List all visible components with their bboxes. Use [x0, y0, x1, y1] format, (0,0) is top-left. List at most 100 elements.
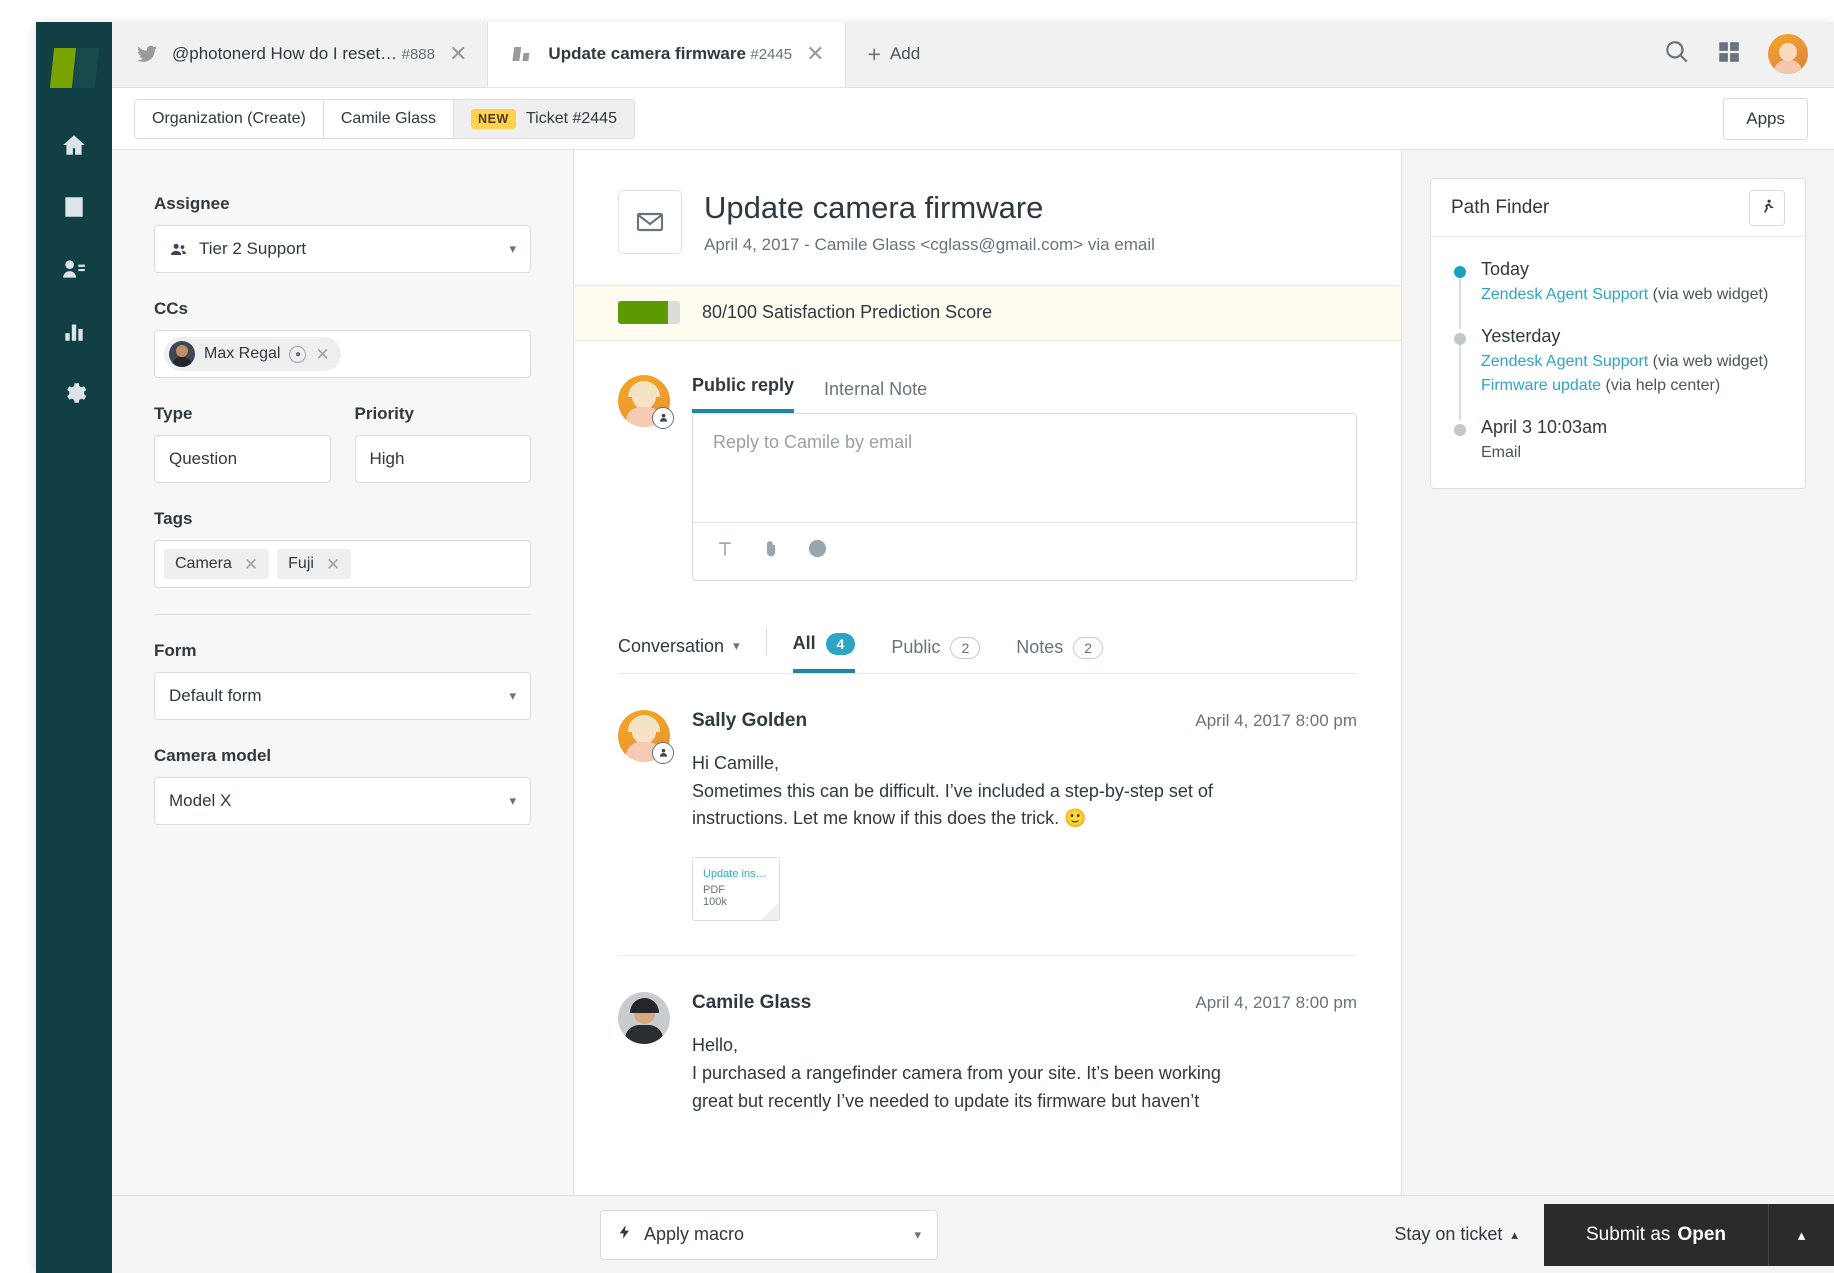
breadcrumb-item-requester[interactable]: Camile Glass: [323, 99, 454, 138]
user-avatar[interactable]: [1768, 34, 1808, 74]
tag-label: Fuji: [288, 555, 314, 572]
form-field[interactable]: Default form ▾: [154, 672, 531, 720]
close-icon[interactable]: ✕: [804, 39, 826, 69]
attachment-icon[interactable]: [761, 539, 781, 564]
submit-status: Open: [1677, 1223, 1726, 1245]
cc-pill-max-regal[interactable]: Max Regal ● ✕: [164, 337, 341, 371]
chevron-down-icon: ▾: [509, 241, 516, 256]
timeline-date: April 3 10:03am: [1481, 417, 1608, 437]
ticket-tabbar: @photonerd How do I reset… #888 ✕ Update…: [112, 22, 1834, 88]
message-author: Camile Glass: [692, 992, 812, 1014]
lightning-icon: [617, 1224, 633, 1245]
message-line: instructions. Let me know if this does t…: [692, 808, 1087, 829]
tab-public-reply[interactable]: Public reply: [692, 375, 795, 413]
apps-grid-icon[interactable]: [1716, 39, 1742, 70]
assignee-value: Tier 2 Support: [199, 239, 307, 258]
camera-model-field[interactable]: Model X ▾: [154, 777, 531, 825]
avatar: [169, 341, 195, 367]
tab-internal-note[interactable]: Internal Note: [824, 379, 927, 413]
apply-macro-button[interactable]: Apply macro ▾: [600, 1209, 938, 1260]
text-format-icon[interactable]: [715, 539, 735, 564]
priority-field[interactable]: High: [354, 435, 531, 483]
chevron-down-icon: ▾: [733, 638, 740, 654]
breadcrumb-item-organization[interactable]: Organization (Create): [135, 99, 324, 138]
apps-button[interactable]: Apps: [1723, 97, 1808, 140]
filter-label: Public: [891, 637, 941, 658]
nav-admin-icon[interactable]: [47, 362, 101, 424]
chevron-down-icon: ▾: [509, 688, 516, 703]
ticket-tab-888[interactable]: @photonerd How do I reset… #888 ✕: [112, 22, 489, 87]
remove-tag-icon[interactable]: ✕: [244, 556, 258, 573]
priority-label: Priority: [354, 404, 415, 423]
message-timestamp: April 4, 2017 8:00 pm: [1195, 993, 1357, 1013]
breadcrumb-item-ticket[interactable]: NEW Ticket #2445: [453, 99, 634, 138]
tabbar-actions: [1664, 22, 1834, 87]
page-fold-icon: [761, 902, 779, 921]
page-title: Update camera firmware: [704, 190, 1044, 225]
main-columns: Assignee Tier 2 Support ▾ CCs Max Regal: [112, 150, 1834, 1195]
close-icon[interactable]: ✕: [447, 39, 469, 69]
ticket-subtitle: April 4, 2017 - Camile Glass <cglass@gma…: [704, 234, 1155, 254]
nav-home-icon[interactable]: [47, 114, 101, 176]
ccs-field[interactable]: Max Regal ● ✕: [154, 330, 531, 378]
message-author: Sally Golden: [692, 709, 808, 731]
user-badge-icon: [652, 406, 674, 429]
camera-model-value: Model X: [169, 791, 232, 810]
divider: [154, 614, 531, 615]
attachment-size: 100k: [703, 896, 727, 909]
filter-tab-all[interactable]: All 4: [792, 632, 856, 673]
ticket-properties-panel: Assignee Tier 2 Support ▾ CCs Max Regal: [112, 150, 574, 1195]
assignee-field[interactable]: Tier 2 Support ▾: [154, 225, 531, 273]
filter-tab-notes[interactable]: Notes 2: [1016, 636, 1104, 673]
tab-number: #888: [401, 46, 435, 64]
assignee-label: Assignee: [154, 194, 230, 213]
timeline-link[interactable]: Firmware update: [1481, 377, 1601, 394]
nav-reporting-icon[interactable]: [47, 300, 101, 362]
runner-icon[interactable]: [1749, 189, 1785, 226]
timeline-via: (via web widget): [1648, 353, 1769, 370]
filter-tab-public[interactable]: Public 2: [891, 636, 981, 673]
conversation-sort-select[interactable]: Conversation ▾: [618, 636, 740, 673]
timeline-via: (via help center): [1601, 377, 1721, 394]
message-body: Hello, I purchased a rangefinder camera …: [692, 1032, 1357, 1116]
zendesk-icon: [510, 42, 536, 66]
tag-pill[interactable]: Camera ✕: [164, 549, 270, 579]
reply-input[interactable]: Reply to Camile by email: [693, 414, 1356, 522]
app-body: @photonerd How do I reset… #888 ✕ Update…: [112, 22, 1834, 1273]
email-channel-icon: [618, 190, 682, 254]
remove-tag-icon[interactable]: ✕: [326, 556, 340, 573]
remove-cc-icon[interactable]: ✕: [315, 346, 329, 363]
search-icon[interactable]: [1664, 39, 1690, 70]
tag-pill[interactable]: Fuji ✕: [277, 549, 352, 579]
attachment-card[interactable]: Update instruc… PDF 100k: [692, 857, 780, 922]
breadcrumb-label: Camile Glass: [340, 109, 436, 127]
plus-icon: +: [867, 40, 881, 67]
timeline-link[interactable]: Zendesk Agent Support: [1481, 286, 1648, 303]
app-window: @photonerd How do I reset… #888 ✕ Update…: [36, 22, 1834, 1273]
person-info-icon[interactable]: ●: [289, 345, 307, 363]
submit-options-icon[interactable]: ▴: [1768, 1203, 1834, 1266]
reply-editor[interactable]: Reply to Camile by email: [692, 412, 1357, 581]
conversation-sort-label: Conversation: [618, 635, 725, 656]
message-thread: Sally Golden April 4, 2017 8:00 pm Hi Ca…: [574, 674, 1401, 1195]
submit-button[interactable]: Submit as Open ▴: [1543, 1203, 1834, 1266]
tags-field[interactable]: Camera ✕ Fuji ✕: [154, 540, 531, 588]
emoji-icon[interactable]: [807, 538, 828, 564]
ticket-tab-2445[interactable]: Update camera firmware #2445 ✕: [488, 22, 846, 87]
timeline-link[interactable]: Zendesk Agent Support: [1481, 353, 1648, 370]
add-tab-button[interactable]: + Add: [846, 22, 943, 87]
editor-toolbar: [693, 521, 1356, 580]
type-field[interactable]: Question: [154, 435, 331, 483]
cc-name: Max Regal: [204, 345, 281, 362]
status-badge: NEW: [470, 108, 516, 129]
nav-views-icon[interactable]: [47, 176, 101, 238]
composer-channel-tabs: Public reply Internal Note: [692, 375, 1357, 413]
stay-on-ticket-select[interactable]: Stay on ticket ▴: [1394, 1224, 1518, 1245]
nav-customers-icon[interactable]: [47, 238, 101, 300]
attachment-name[interactable]: Update instruc…: [703, 868, 769, 880]
apply-macro-label: Apply macro: [644, 1224, 745, 1244]
attachment-type: PDF: [703, 884, 725, 897]
type-priority-row: Type Question Priority High: [154, 404, 531, 509]
satisfaction-prediction-bar: 80/100 Satisfaction Prediction Score: [574, 284, 1401, 341]
zendesk-logo-icon[interactable]: [49, 44, 100, 92]
